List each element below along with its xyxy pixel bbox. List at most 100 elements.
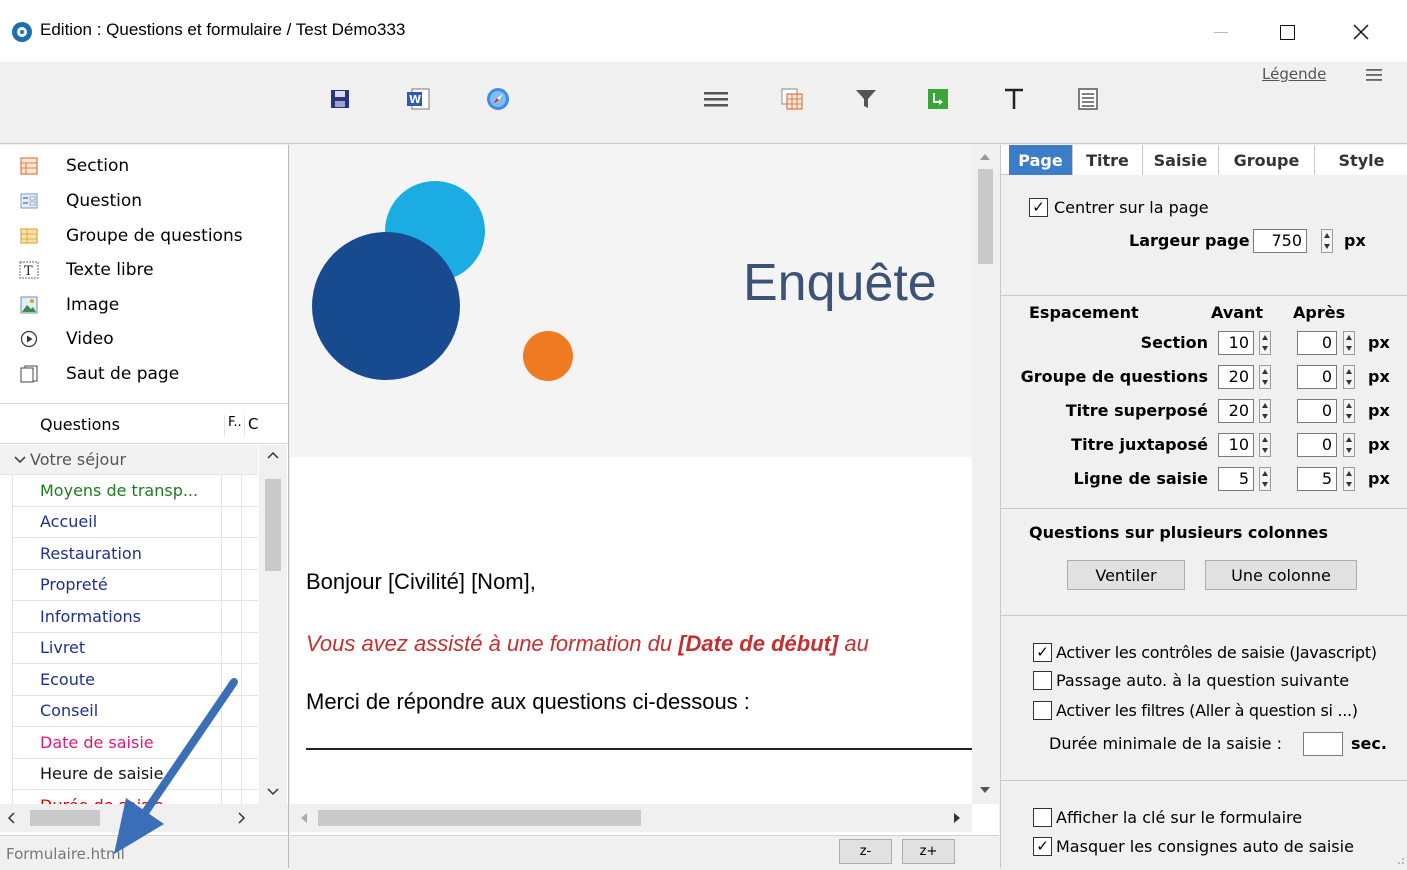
- question-label: Livret: [40, 638, 86, 658]
- question-row[interactable]: Informations: [13, 601, 258, 633]
- one-column-button[interactable]: Une colonne: [1205, 560, 1357, 590]
- text-button[interactable]: [1000, 85, 1028, 113]
- insert-free-text[interactable]: T Texte libre: [18, 255, 154, 285]
- grid-header: Questions F.. C: [0, 404, 288, 444]
- tab-style[interactable]: Style: [1315, 145, 1407, 175]
- spacing-before-spinner[interactable]: [1259, 365, 1271, 389]
- questions-vscrollbar[interactable]: [259, 445, 287, 807]
- preview-hscrollbar[interactable]: [290, 804, 972, 832]
- option-auto-next-checkbox[interactable]: [1033, 671, 1052, 690]
- page-width-spinner[interactable]: [1321, 229, 1333, 253]
- spacing-row-label: Ligne de saisie: [1073, 469, 1208, 488]
- menu-button[interactable]: [1364, 66, 1384, 84]
- spacing-after-input[interactable]: 0: [1297, 331, 1337, 355]
- insert-section[interactable]: Section: [18, 151, 129, 181]
- save-icon: [331, 90, 349, 108]
- preview-vscrollbar[interactable]: [972, 145, 999, 804]
- col-header-questions[interactable]: Questions: [40, 415, 120, 434]
- spacing-after-input[interactable]: 0: [1297, 433, 1337, 457]
- save-button[interactable]: [326, 85, 354, 113]
- spacing-after-spinner[interactable]: [1343, 433, 1355, 457]
- insert-video[interactable]: Video: [18, 324, 114, 354]
- hide-instructions-checkbox[interactable]: ✓: [1033, 837, 1052, 856]
- circle-orange: [523, 331, 573, 381]
- question-row[interactable]: Restauration: [13, 538, 258, 570]
- group-row[interactable]: Votre séjour: [0, 445, 258, 475]
- question-row[interactable]: Livret: [13, 632, 258, 664]
- legend-link[interactable]: Légende: [1262, 65, 1326, 83]
- spacing-after-input[interactable]: 0: [1297, 399, 1337, 423]
- show-key-label: Afficher la clé sur le formulaire: [1056, 808, 1303, 827]
- separator: [1001, 295, 1407, 296]
- spacing-after-input[interactable]: 5: [1297, 467, 1337, 491]
- spacing-before-input[interactable]: 20: [1218, 399, 1254, 423]
- question-label: Accueil: [40, 512, 98, 532]
- list-button[interactable]: [702, 85, 730, 113]
- insert-image[interactable]: Image: [18, 290, 119, 320]
- spacing-after-spinner[interactable]: [1343, 331, 1355, 355]
- scroll-down-icon: [980, 787, 990, 793]
- question-row[interactable]: Propreté: [13, 569, 258, 601]
- filter-button[interactable]: [852, 85, 880, 113]
- minimize-button[interactable]: [1198, 16, 1244, 48]
- ventiler-button[interactable]: Ventiler: [1067, 560, 1185, 590]
- preview-scroll-thumb[interactable]: [978, 169, 993, 264]
- form-button[interactable]: [1074, 85, 1102, 113]
- table-button[interactable]: [778, 85, 806, 113]
- center-page-checkbox[interactable]: ✓: [1029, 198, 1048, 217]
- cell-divider: [241, 538, 242, 569]
- intro-italic-line: Vous avez assisté à une formation du [Da…: [306, 631, 972, 657]
- question-row[interactable]: Accueil: [13, 506, 258, 538]
- col-header-f[interactable]: F..: [224, 415, 242, 437]
- col-header-c[interactable]: C: [244, 415, 258, 437]
- insert-question-group[interactable]: Groupe de questions: [18, 221, 243, 251]
- preview-browser-button[interactable]: [484, 85, 512, 113]
- spacing-before-spinner[interactable]: [1259, 399, 1271, 423]
- question-label: Moyens de transp...: [40, 480, 199, 500]
- maximize-button[interactable]: [1264, 16, 1310, 48]
- hscroll-thumb[interactable]: [30, 810, 100, 826]
- spacing-before-spinner[interactable]: [1259, 467, 1271, 491]
- tab-page[interactable]: Page: [1009, 145, 1073, 175]
- scroll-right-icon: [954, 813, 960, 823]
- insert-question[interactable]: Question: [18, 186, 142, 216]
- spacing-before-input[interactable]: 10: [1218, 331, 1254, 355]
- circle-dark: [312, 232, 460, 380]
- cell-divider: [221, 601, 222, 632]
- spacing-after-spinner[interactable]: [1343, 399, 1355, 423]
- spacing-before-input[interactable]: 20: [1218, 365, 1254, 389]
- page-width-input[interactable]: 750: [1253, 229, 1307, 253]
- resize-grip-icon[interactable]: [1393, 853, 1405, 865]
- page-break-icon: [18, 363, 40, 385]
- export-word-button[interactable]: W: [404, 85, 432, 113]
- spacing-unit: px: [1368, 333, 1390, 352]
- option-js-controls-checkbox[interactable]: ✓: [1033, 643, 1052, 662]
- option-filters-checkbox[interactable]: [1033, 701, 1052, 720]
- spacing-after-spinner[interactable]: [1343, 467, 1355, 491]
- tab-titre[interactable]: Titre: [1073, 145, 1143, 175]
- tab-saisie[interactable]: Saisie: [1143, 145, 1219, 175]
- zoom-in-button[interactable]: z+: [902, 839, 955, 864]
- show-key-checkbox[interactable]: [1033, 808, 1052, 827]
- insert-section-label: Section: [66, 156, 130, 176]
- spacing-after-spinner[interactable]: [1343, 365, 1355, 389]
- spacing-before-spinner[interactable]: [1259, 331, 1271, 355]
- min-duration-input[interactable]: [1303, 732, 1343, 756]
- tab-groupe[interactable]: Groupe: [1219, 145, 1315, 175]
- cell-divider: [241, 632, 242, 663]
- properties-panel: Page Titre Saisie Groupe Style ✓ Centrer…: [1000, 145, 1407, 868]
- close-button[interactable]: [1338, 16, 1384, 48]
- zoom-out-button[interactable]: z-: [839, 839, 892, 864]
- jump-button[interactable]: [924, 85, 952, 113]
- group-label: Votre séjour: [30, 450, 127, 469]
- spacing-before-spinner[interactable]: [1259, 433, 1271, 457]
- scroll-thumb[interactable]: [265, 479, 281, 571]
- insert-page-break[interactable]: Saut de page: [18, 359, 179, 389]
- preview-hscroll-thumb[interactable]: [318, 810, 641, 826]
- spacing-before-input[interactable]: 5: [1218, 467, 1254, 491]
- spacing-before-input[interactable]: 10: [1218, 433, 1254, 457]
- columns-title: Questions sur plusieurs colonnes: [1029, 523, 1329, 542]
- spacing-after-input[interactable]: 0: [1297, 365, 1337, 389]
- cell-divider: [241, 506, 242, 537]
- question-row[interactable]: Moyens de transp...: [13, 475, 258, 507]
